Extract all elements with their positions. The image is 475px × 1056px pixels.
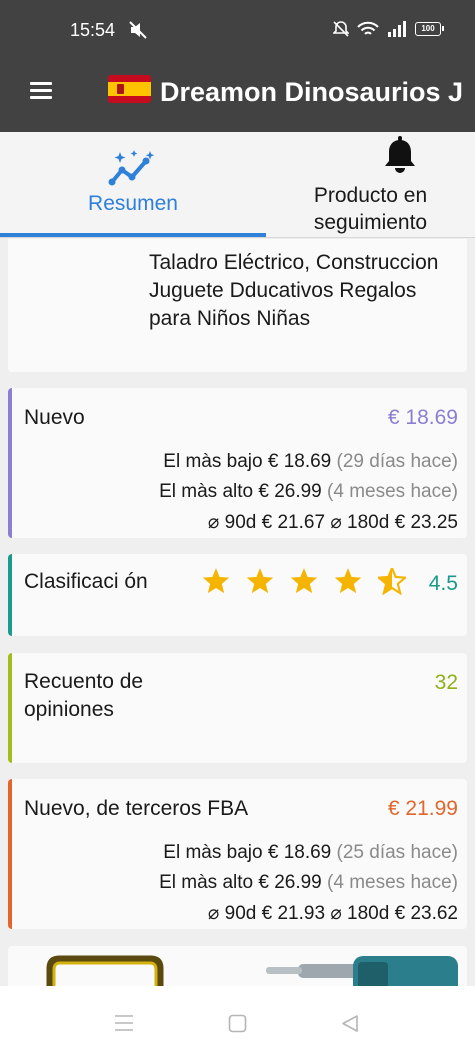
tab-producto-label: Producto en seguimiento [313, 184, 428, 234]
lowest-price-row: El màs bajo € 18.69 (29 días hace) [163, 451, 458, 472]
mute-icon [129, 21, 147, 39]
home-icon[interactable] [228, 1014, 247, 1033]
menu-icon[interactable] [30, 82, 52, 104]
review-count-value: 32 [434, 671, 458, 694]
product-image [46, 955, 458, 986]
highest-price-row: El màs alto € 26.99 (4 meses hace) [159, 481, 458, 502]
price-new-value: € 18.69 [387, 406, 458, 429]
star-full-icon [202, 568, 230, 594]
system-nav-bar [0, 986, 475, 1056]
bell-off-icon [333, 21, 349, 37]
highest-price-row: El màs alto € 26.99 (4 meses hace) [159, 872, 458, 893]
wifi-icon [357, 21, 379, 35]
status-bar: 15:54 100 [0, 0, 475, 62]
app-bar: Dreamon Dinosaurios J [0, 62, 475, 132]
tab-resumen[interactable]: Resumen [0, 132, 266, 238]
price-card-new[interactable]: Nuevo € 18.69 El màs bajo € 18.69 (29 dí… [8, 388, 467, 538]
product-title-card: Taladro Eléctrico, Construccion Juguete … [8, 239, 467, 372]
star-half-icon [378, 568, 406, 595]
product-title: Taladro Eléctrico, Construccion Juguete … [149, 251, 439, 330]
product-title-header: Dreamon Dinosaurios J [160, 77, 464, 107]
chart-sparkle-icon [108, 150, 155, 186]
star-full-icon [290, 568, 318, 594]
rating-label: Clasificaci ón [24, 570, 148, 593]
price-fba-label: Nuevo, de terceros FBA [24, 797, 249, 820]
price-new-label: Nuevo [24, 406, 85, 429]
review-count-card[interactable]: Recuento de opiniones 32 [8, 653, 467, 763]
back-icon[interactable] [340, 1014, 360, 1033]
signal-icon [388, 21, 406, 37]
star-full-icon [334, 568, 362, 594]
battery-icon: 100 [415, 22, 444, 36]
active-tab-indicator [0, 233, 266, 237]
lowest-price-row: El màs bajo € 18.69 (25 días hace) [163, 842, 458, 863]
tab-resumen-label: Resumen [88, 192, 178, 215]
review-count-label: Recuento de opiniones [24, 670, 144, 721]
rating-value: 4.5 [428, 572, 458, 595]
status-time: 15:54 [70, 20, 116, 40]
spain-flag-icon [108, 75, 151, 103]
average-price-row: ⌀ 90d € 21.67 ⌀ 180d € 23.25 [207, 512, 458, 533]
recents-icon[interactable] [114, 1014, 134, 1032]
system-icons: 100 [333, 20, 444, 38]
product-image-card[interactable] [8, 946, 467, 986]
bell-icon [385, 136, 415, 173]
summary-content[interactable]: Taladro Eléctrico, Construccion Juguete … [0, 239, 475, 986]
star-full-icon [246, 568, 274, 594]
average-price-row: ⌀ 90d € 21.93 ⌀ 180d € 23.62 [207, 903, 458, 924]
tab-bar: Resumen Producto en seguimiento [0, 132, 475, 238]
price-fba-value: € 21.99 [387, 797, 458, 820]
rating-stars [202, 568, 406, 595]
price-card-fba[interactable]: Nuevo, de terceros FBA € 21.99 El màs ba… [8, 779, 467, 929]
rating-card[interactable]: Clasificaci ón 4.5 [8, 554, 467, 636]
tab-producto-en-seguimiento[interactable]: Producto en seguimiento [266, 132, 475, 238]
